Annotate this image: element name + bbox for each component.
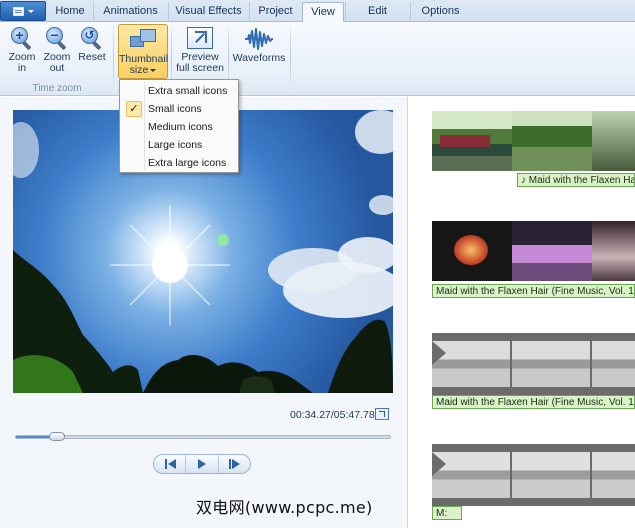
boat-detail [440,135,490,147]
music-caption[interactable]: ♪ Maid with the Flaxen Hair ( [517,173,635,187]
frame-divider [510,452,512,498]
menu-item-label: Extra small icons [148,85,228,97]
tab-options[interactable]: Options [410,2,470,22]
next-frame-button[interactable] [219,455,250,473]
menu-item-extra-small-icons[interactable]: Extra small icons [122,82,236,100]
transition-marker [432,341,446,365]
frame-divider [590,452,592,498]
seek-handle[interactable] [49,432,66,441]
storyboard-clip[interactable] [432,444,635,506]
preview-full-screen-button[interactable]: Preview full screen [175,24,225,74]
zoom-in-icon: + [10,26,34,51]
time-zoom-group-label: Time zoom [32,83,82,94]
previous-frame-button[interactable] [154,455,187,473]
frame-divider [590,341,592,387]
menu-item-label: Medium icons [148,121,213,133]
music-caption[interactable]: Maid with the Flaxen Hair (Fine Music, V… [432,395,635,409]
zoom-out-label-2: out [49,62,65,74]
music-caption[interactable]: M: [432,506,462,520]
tab-edit[interactable]: Edit [345,2,409,22]
clip-thumbnail [592,221,635,281]
tab-view[interactable]: View [302,2,344,23]
watermark-text: 双电网(www.pcpc.me) [196,498,373,517]
tab-home[interactable]: Home [48,2,92,22]
chevron-down-icon [27,9,34,13]
zoom-out-button[interactable]: − Zoom out [40,24,74,74]
storyboard-clip[interactable] [432,221,635,281]
frame-divider [510,341,512,387]
ribbon-separator [113,26,114,92]
tab-project[interactable]: Project [249,2,301,22]
app-menu-icon [12,6,24,16]
seek-bar[interactable] [15,432,391,441]
play-button[interactable] [186,455,219,473]
thumbnail-size-menu: Extra small icons ✓ Small icons Medium i… [119,79,239,173]
preview-full-screen-icon [187,27,213,49]
menu-item-medium-icons[interactable]: Medium icons [122,118,236,136]
clip-thumbnail [512,221,592,281]
cake-detail [454,235,488,265]
menu-item-large-icons[interactable]: Large icons [122,136,236,154]
expand-icon[interactable] [375,408,389,420]
reset-button[interactable]: ↺ Reset [75,24,109,63]
clip-thumbnail [432,341,635,387]
preview-label-2: full screen [176,62,224,74]
playback-timecode: 00:34.27/05:47.78 [290,409,375,421]
waveform-icon [245,28,273,50]
clip-thumbnail [432,452,635,498]
zoom-in-label-2: in [17,62,27,74]
chevron-down-icon [150,68,157,72]
ribbon-separator [290,26,291,92]
zoom-out-icon: − [45,26,69,51]
waveforms-label: Waveforms [232,52,286,64]
playback-controls [153,454,251,474]
play-icon [197,459,206,469]
storyboard-clip[interactable] [432,333,635,395]
reset-label: Reset [78,51,106,63]
checkmark-icon: ✓ [126,101,142,117]
thumbnail-size-label-line-2: size [119,65,167,76]
thumbnail-size-icon [130,28,156,52]
menu-item-label: Large icons [148,139,203,151]
storyboard-pane: ♪ Maid with the Flaxen Hair ( Maid with … [409,97,635,528]
thumbnail-size-button[interactable]: Thumbnail size [118,24,168,79]
tab-visual-effects[interactable]: Visual Effects [168,2,248,22]
tab-animations[interactable]: Animations [93,2,167,22]
music-caption[interactable]: Maid with the Flaxen Hair (Fine Music, V… [432,284,635,298]
menu-item-small-icons[interactable]: ✓ Small icons [122,100,236,118]
ribbon-view-panel: + Zoom in − Zoom out ↺ Reset Time zoom T… [0,22,635,96]
next-frame-icon [228,459,241,469]
storyboard-clip[interactable] [432,111,635,171]
reset-icon: ↺ [80,26,104,51]
thumbnail-size-label-2: size [129,64,149,76]
menu-item-label: Small icons [148,103,202,115]
menu-item-label: Extra large icons [148,157,227,169]
clip-thumbnail [512,111,592,171]
transition-marker [432,452,446,476]
ribbon-tab-row: Home Animations Visual Effects Project V… [0,0,635,23]
clip-thumbnail [592,111,635,171]
waveforms-button[interactable]: Waveforms [232,24,286,64]
menu-item-extra-large-icons[interactable]: Extra large icons [122,154,236,172]
zoom-in-button[interactable]: + Zoom in [4,24,40,74]
app-menu-button[interactable] [0,1,46,21]
previous-frame-icon [164,459,176,469]
